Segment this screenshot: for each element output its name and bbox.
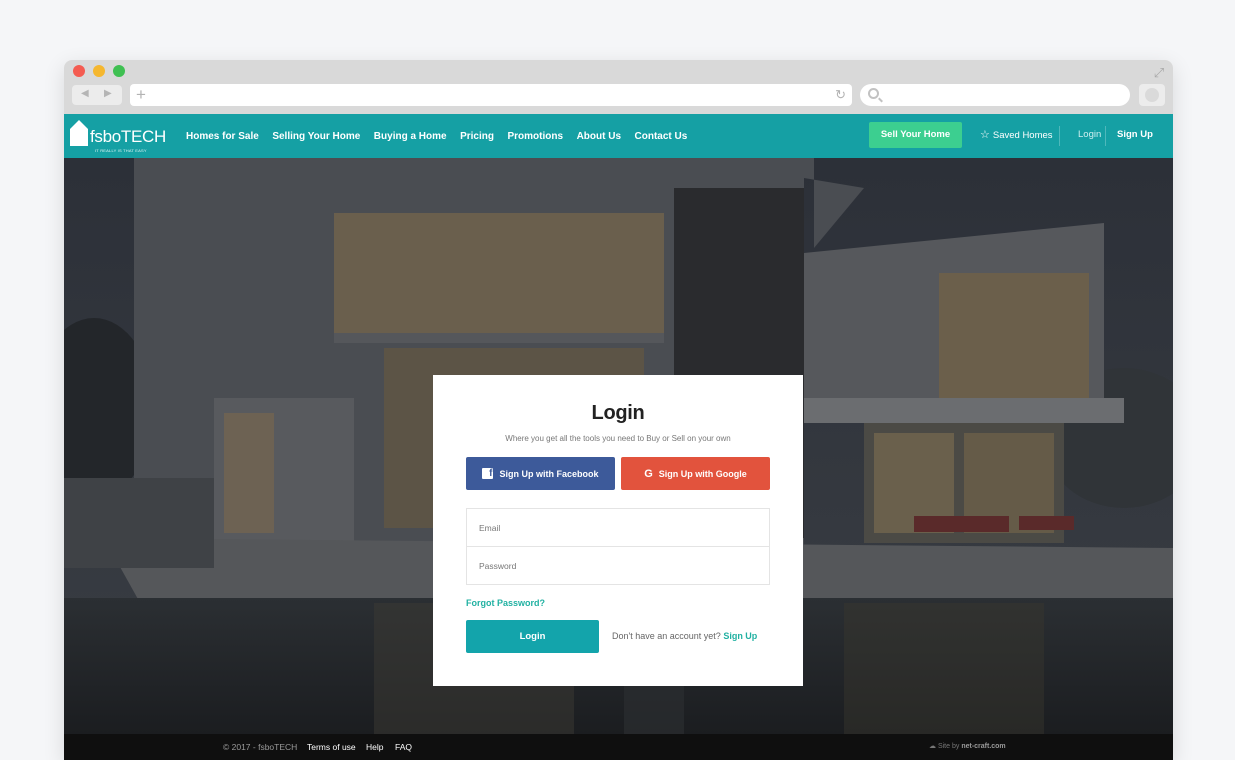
google-icon: G	[644, 467, 653, 480]
login-button[interactable]: Login	[466, 620, 599, 653]
nav-buying-a-home[interactable]: Buying a Home	[374, 131, 447, 142]
credit-prefix: Site by	[937, 743, 960, 750]
google-signup-button[interactable]: G Sign Up with Google	[621, 457, 770, 490]
signup-link[interactable]: Sign Up	[1117, 128, 1153, 142]
site-footer: © 2017 - fsboTECH Terms of use Help FAQ …	[64, 734, 1173, 760]
footer-help-link[interactable]: Help	[366, 742, 383, 752]
site-header: fsboTECH IT REALLY IS THAT EASY Homes fo…	[64, 114, 1173, 158]
brand-tagline: IT REALLY IS THAT EASY	[95, 148, 147, 153]
browser-extension-button[interactable]	[1139, 84, 1165, 106]
facebook-signup-button[interactable]: f Sign Up with Facebook	[466, 457, 615, 490]
netcraft-icon: ☁	[929, 743, 936, 750]
facebook-icon: f	[482, 468, 494, 479]
footer-terms-link[interactable]: Terms of use	[307, 742, 356, 752]
signup-link-inline[interactable]: Sign Up	[723, 631, 757, 641]
forward-icon[interactable]: ▶	[104, 88, 112, 99]
back-icon[interactable]: ◀	[81, 88, 89, 99]
login-subtitle: Where you get all the tools you need to …	[505, 434, 731, 443]
brand-name: fsboTECH	[90, 127, 167, 146]
minimize-dot[interactable]	[93, 65, 105, 77]
house-logo-icon	[70, 120, 88, 146]
browser-window: ⤢ ◀ ▶ + ↻ fsboTECH IT REALLY IS THAT EAS…	[64, 60, 1173, 760]
maximize-dot[interactable]	[113, 65, 125, 77]
saved-homes-label: Saved Homes	[992, 130, 1053, 141]
main-menu: Homes for Sale Selling Your Home Buying …	[186, 114, 701, 158]
copyright: © 2017 - fsboTECH	[223, 742, 298, 752]
forgot-password-link[interactable]: Forgot Password?	[466, 598, 545, 608]
nav-homes-for-sale[interactable]: Homes for Sale	[186, 131, 259, 142]
star-icon: ☆	[980, 129, 990, 141]
history-buttons: ◀ ▶	[72, 85, 122, 105]
reload-icon[interactable]: ↻	[835, 87, 846, 103]
hero-background: Login Where you get all the tools you ne…	[64, 158, 1173, 734]
email-field[interactable]	[466, 508, 770, 547]
no-account-prompt: Don't have an account yet? Sign Up	[612, 631, 757, 641]
plus-icon[interactable]: +	[136, 85, 146, 105]
nav-promotions[interactable]: Promotions	[508, 131, 564, 142]
login-link[interactable]: Login	[1078, 128, 1101, 142]
nav-selling-your-home[interactable]: Selling Your Home	[272, 131, 360, 142]
saved-homes-link[interactable]: ☆ Saved Homes	[980, 128, 1053, 143]
login-card: Login Where you get all the tools you ne…	[433, 375, 803, 686]
password-field[interactable]	[466, 546, 770, 585]
logo[interactable]: fsboTECH IT REALLY IS THAT EASY	[70, 120, 167, 154]
close-dot[interactable]	[73, 65, 85, 77]
search-icon	[868, 88, 879, 99]
nav-divider	[1105, 126, 1106, 146]
sell-your-home-button[interactable]: Sell Your Home	[869, 122, 962, 148]
nav-pricing[interactable]: Pricing	[460, 131, 494, 142]
site-credit[interactable]: ☁ Site by net-craft.com	[929, 742, 1006, 750]
no-account-text: Don't have an account yet?	[612, 631, 721, 641]
login-title: Login	[591, 402, 645, 424]
nav-divider	[1059, 126, 1060, 146]
address-bar[interactable]: + ↻	[130, 84, 852, 106]
facebook-signup-label: Sign Up with Facebook	[499, 468, 599, 479]
browser-toolbar: ⤢ ◀ ▶ + ↻	[64, 60, 1173, 114]
nav-contact-us[interactable]: Contact Us	[635, 131, 688, 142]
google-signup-label: Sign Up with Google	[658, 468, 747, 479]
browser-search-bar[interactable]	[860, 84, 1130, 106]
credit-name: net-craft.com	[961, 743, 1006, 750]
footer-faq-link[interactable]: FAQ	[395, 742, 412, 752]
expand-icon[interactable]: ⤢	[1152, 66, 1166, 80]
nav-about-us[interactable]: About Us	[577, 131, 621, 142]
